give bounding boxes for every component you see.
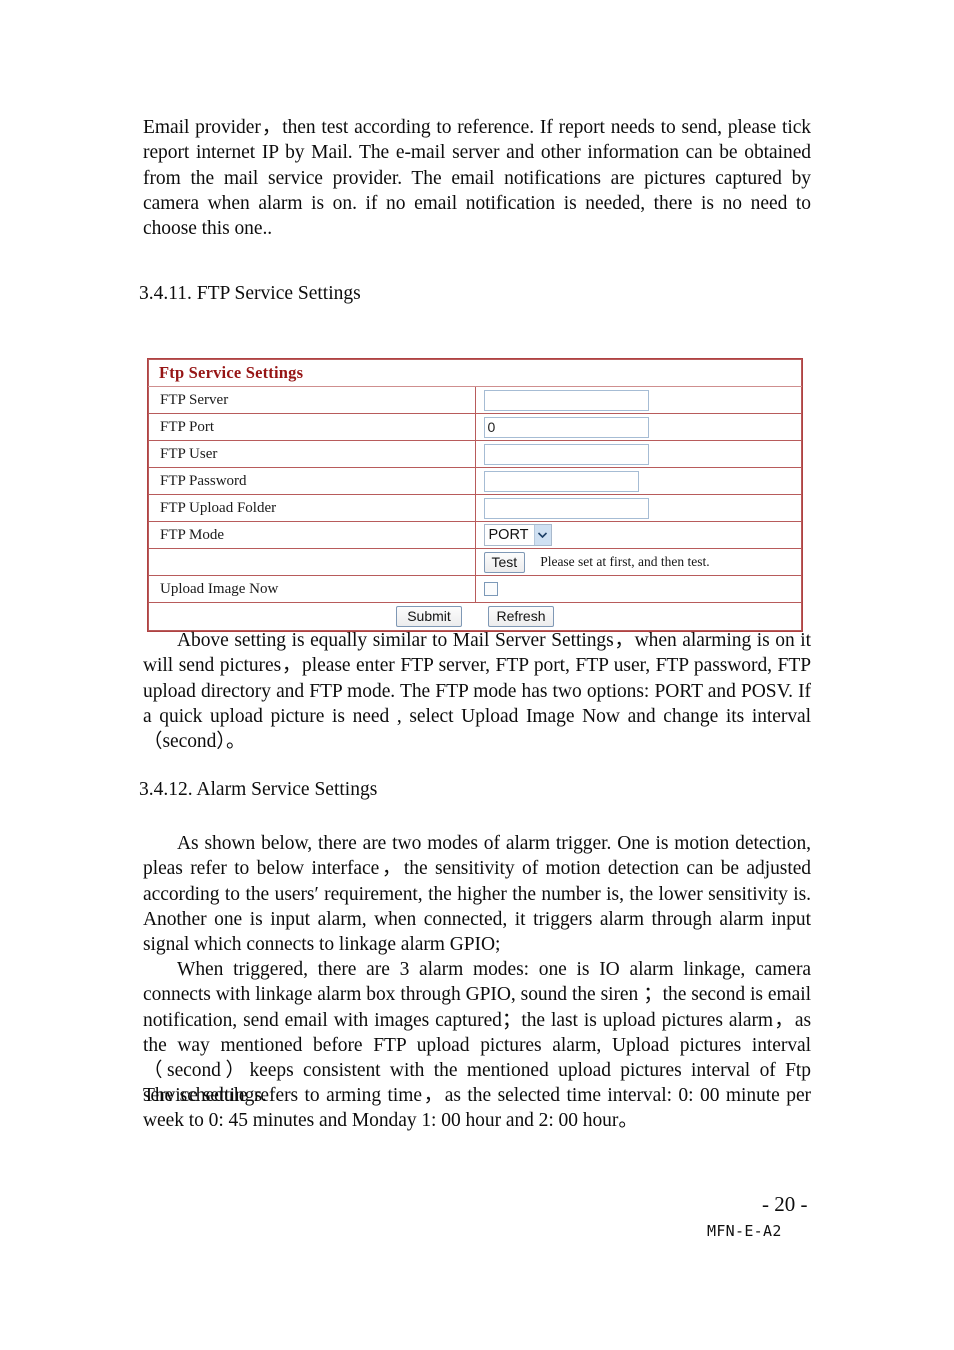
ftp-upload-folder-label: FTP Upload Folder	[160, 500, 277, 516]
panel-title-text: Ftp Service Settings	[159, 363, 304, 382]
ftp-user-field-cell	[474, 440, 802, 468]
ftp-mode-select[interactable]: PORT	[483, 524, 552, 546]
ftp-mode-field-cell: PORT	[474, 521, 802, 549]
ftp-mode-label: FTP Mode	[160, 527, 225, 543]
ftp-service-settings-panel: Ftp Service Settings FTP Server FTP Port	[147, 358, 803, 632]
ftp-server-label-cell: FTP Server	[148, 386, 476, 414]
ftp-user-label: FTP User	[160, 446, 218, 462]
test-row-empty-cell	[148, 548, 476, 576]
ftp-mode-selected-value: PORT	[488, 527, 529, 543]
ftp-upload-folder-input[interactable]	[483, 497, 649, 519]
chevron-down-icon	[533, 525, 551, 545]
document-code: MFN-E-A2	[707, 1222, 782, 1240]
upload-image-now-checkbox[interactable]	[483, 582, 498, 597]
table-row-actions: Submit Refresh	[148, 602, 802, 631]
ftp-mode-label-cell: FTP Mode	[148, 521, 476, 549]
ftp-port-field-cell: 0	[474, 413, 802, 441]
table-row-ftp-upload-folder: FTP Upload Folder	[148, 494, 802, 522]
panel-title-row: Ftp Service Settings	[148, 359, 802, 387]
test-row-spacer	[149, 549, 475, 575]
ftp-upload-folder-field-cell	[474, 494, 802, 522]
panel-title-cell: Ftp Service Settings	[148, 359, 802, 387]
table-row-upload-image-now: Upload Image Now	[148, 575, 802, 603]
ftp-user-label-cell: FTP User	[148, 440, 476, 468]
test-button[interactable]: Test	[483, 551, 526, 573]
document-page: Email provider，then test according to re…	[0, 0, 954, 1350]
ftp-password-field-cell	[474, 467, 802, 495]
ftp-password-input[interactable]	[483, 470, 639, 492]
ftp-user-input[interactable]	[483, 443, 649, 465]
ftp-description-paragraph: Above setting is equally similar to Mail…	[143, 628, 811, 754]
intro-paragraph: Email provider，then test according to re…	[143, 117, 811, 240]
ftp-port-input[interactable]: 0	[483, 416, 649, 438]
ftp-password-label: FTP Password	[160, 473, 247, 489]
ftp-server-field-cell	[474, 386, 802, 414]
ftp-port-label-cell: FTP Port	[148, 413, 476, 441]
table-row-ftp-user: FTP User	[148, 440, 802, 468]
alarm-paragraph-1-text: As shown below, there are two modes of a…	[143, 833, 811, 956]
ftp-server-input[interactable]	[483, 389, 649, 411]
table-row-ftp-mode: FTP Mode PORT	[148, 521, 802, 549]
ftp-port-label: FTP Port	[160, 419, 215, 435]
upload-image-now-label: Upload Image Now	[160, 581, 279, 597]
upload-image-now-field-cell	[474, 575, 802, 603]
table-row-ftp-port: FTP Port 0	[148, 413, 802, 441]
table-row-ftp-password: FTP Password	[148, 467, 802, 495]
ftp-description-text: Above setting is equally similar to Mail…	[143, 630, 811, 753]
section-heading-ftp: 3.4.11. FTP Service Settings	[139, 283, 361, 304]
test-row-field-cell: Test Please set at first, and then test.	[474, 548, 802, 576]
submit-button[interactable]: Submit	[396, 606, 462, 627]
alarm-paragraph-1: As shown below, there are two modes of a…	[143, 831, 811, 957]
table-row-test: Test Please set at first, and then test.	[148, 548, 802, 576]
test-hint-text: Please set at first, and then test.	[540, 554, 710, 569]
ftp-server-label: FTP Server	[160, 392, 229, 408]
ftp-upload-folder-label-cell: FTP Upload Folder	[148, 494, 476, 522]
refresh-button[interactable]: Refresh	[488, 606, 554, 627]
ftp-settings-table: Ftp Service Settings FTP Server FTP Port	[148, 359, 802, 631]
section-heading-alarm: 3.4.12. Alarm Service Settings	[139, 779, 378, 800]
table-row-ftp-server: FTP Server	[148, 386, 802, 414]
upload-image-now-label-cell: Upload Image Now	[148, 575, 476, 603]
page-number: - 20 -	[762, 1192, 808, 1216]
ftp-password-label-cell: FTP Password	[148, 467, 476, 495]
actions-cell: Submit Refresh	[148, 602, 802, 631]
alarm-paragraph-3: The schedule refers to arming time，as th…	[143, 1085, 811, 1132]
